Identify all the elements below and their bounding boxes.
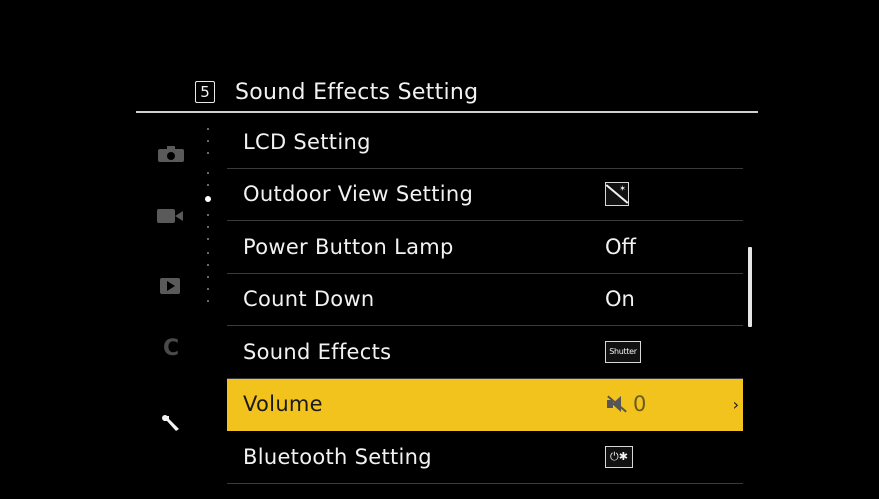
item-label: Bluetooth Setting xyxy=(243,444,432,469)
item-value: ⏻✱ xyxy=(605,445,633,468)
scrollbar[interactable] xyxy=(748,247,752,327)
item-label: Sound Effects xyxy=(243,339,392,364)
item-value: Off xyxy=(605,234,636,259)
list-item-lcd-setting[interactable]: LCD Setting xyxy=(227,116,743,169)
playback-icon[interactable] xyxy=(160,278,180,294)
camera-menu-screen: 5 Sound Effects Setting C LCD Setting Ou… xyxy=(0,0,879,499)
item-value: Shutter xyxy=(605,340,641,363)
list-item-power-button-lamp[interactable]: Power Button Lamp Off xyxy=(227,221,743,274)
shutter-sound-badge: Shutter xyxy=(605,340,641,363)
page-title: Sound Effects Setting xyxy=(235,79,479,105)
item-label: Outdoor View Setting xyxy=(243,182,474,207)
page-indicator xyxy=(205,128,213,308)
page-indicator-active xyxy=(205,196,211,202)
list-item-bluetooth-setting[interactable]: Bluetooth Setting ⏻✱ xyxy=(227,431,743,484)
chevron-right-icon: › xyxy=(732,394,739,414)
header-divider xyxy=(136,111,758,113)
outdoor-view-icon: ✶ xyxy=(605,182,629,207)
item-label: Volume xyxy=(243,392,323,417)
settings-list: LCD Setting Outdoor View Setting ✶ Power… xyxy=(227,116,743,484)
list-item-sound-effects[interactable]: Sound Effects Shutter xyxy=(227,326,743,379)
list-item-count-down[interactable]: Count Down On xyxy=(227,274,743,326)
video-icon[interactable] xyxy=(157,209,185,223)
mute-icon xyxy=(605,394,629,414)
bluetooth-power-icon: ⏻✱ xyxy=(605,445,633,468)
list-item-volume[interactable]: Volume 0 › xyxy=(227,378,743,431)
menu-header: 5 Sound Effects Setting xyxy=(195,76,478,108)
item-label: Power Button Lamp xyxy=(243,234,454,259)
item-label: Count Down xyxy=(243,287,375,312)
item-value: ✶ xyxy=(605,182,629,207)
page-number-badge: 5 xyxy=(195,81,215,103)
item-value: On xyxy=(605,287,635,312)
wrench-icon[interactable] xyxy=(160,410,182,432)
item-value: 0 xyxy=(605,392,646,416)
camera-icon[interactable] xyxy=(158,146,184,162)
list-item-outdoor-view-setting[interactable]: Outdoor View Setting ✶ xyxy=(227,169,743,221)
item-label: LCD Setting xyxy=(243,129,371,154)
custom-icon[interactable]: C xyxy=(163,338,179,360)
volume-level: 0 xyxy=(633,392,647,417)
